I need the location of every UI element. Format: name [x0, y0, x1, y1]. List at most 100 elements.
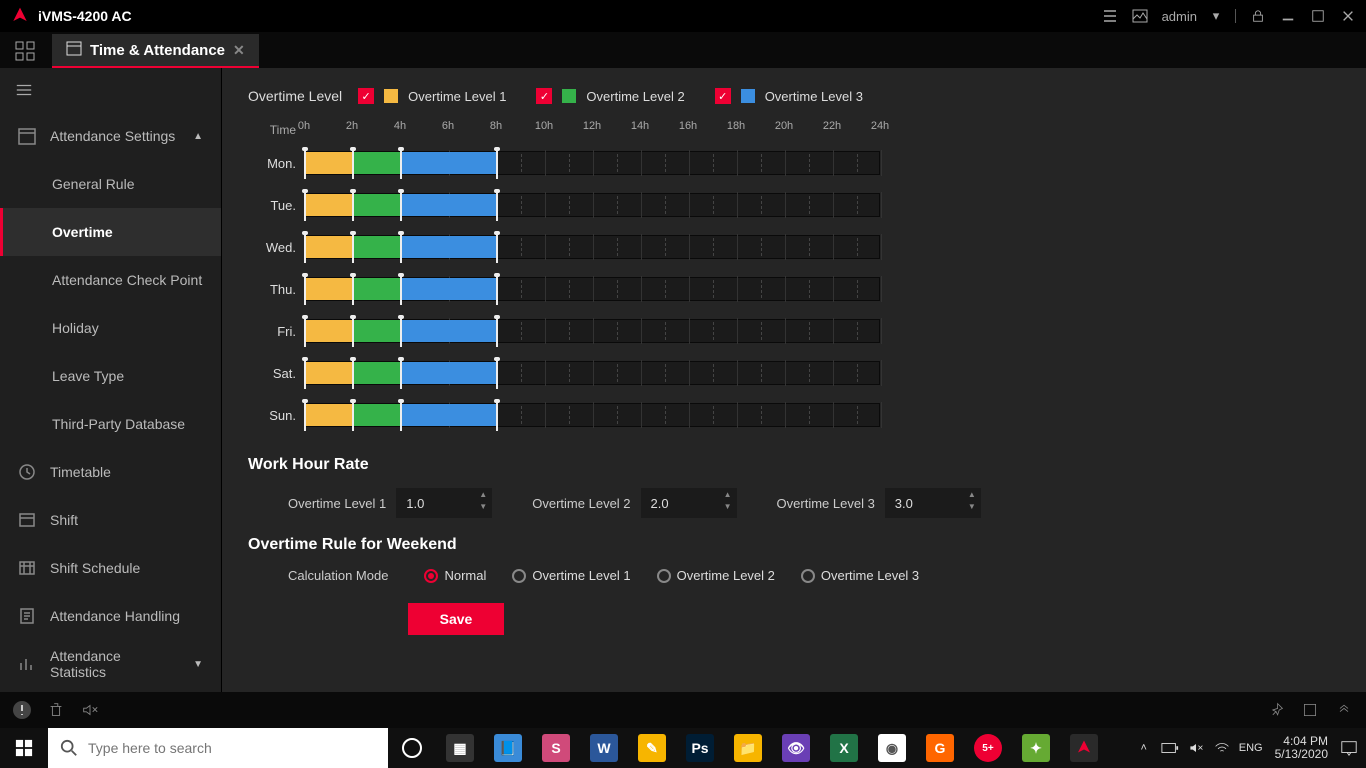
segment-level3[interactable]: [401, 404, 497, 426]
drag-handle[interactable]: [398, 359, 404, 389]
sidebar-item-third-party-database[interactable]: Third-Party Database: [0, 400, 221, 448]
drag-handle[interactable]: [302, 359, 308, 389]
app-chrome[interactable]: ◉: [868, 728, 916, 768]
rate-l2-input[interactable]: 2.0▲▼: [641, 488, 737, 518]
drag-handle[interactable]: [350, 275, 356, 305]
day-bar[interactable]: [304, 277, 880, 301]
day-bar[interactable]: [304, 403, 880, 427]
day-bar[interactable]: [304, 151, 880, 175]
sidebar-item-leave-type[interactable]: Leave Type: [0, 352, 221, 400]
drag-handle[interactable]: [398, 317, 404, 347]
drag-handle[interactable]: [494, 191, 500, 221]
app-calculator[interactable]: ▦: [436, 728, 484, 768]
segment-level1[interactable]: [305, 404, 353, 426]
segment-level3[interactable]: [401, 236, 497, 258]
app-orange[interactable]: G: [916, 728, 964, 768]
volume-mute-icon[interactable]: [80, 700, 100, 720]
drag-handle[interactable]: [302, 233, 308, 263]
sidebar-item-attendance-check-point[interactable]: Attendance Check Point: [0, 256, 221, 304]
drag-handle[interactable]: [350, 317, 356, 347]
segment-level3[interactable]: [401, 362, 497, 384]
tray-lang[interactable]: ENG: [1239, 742, 1263, 754]
radio-normal[interactable]: Normal: [424, 568, 486, 583]
close-icon[interactable]: [1340, 8, 1356, 24]
drag-handle[interactable]: [398, 233, 404, 263]
segment-level1[interactable]: [305, 278, 353, 300]
segment-level1[interactable]: [305, 194, 353, 216]
lock-icon[interactable]: [1250, 8, 1266, 24]
trash-icon[interactable]: [46, 700, 66, 720]
minimize-icon[interactable]: [1280, 8, 1296, 24]
spin-down-icon[interactable]: ▼: [478, 502, 488, 512]
segment-level1[interactable]: [305, 236, 353, 258]
cortana-icon[interactable]: [388, 728, 436, 768]
drag-handle[interactable]: [350, 233, 356, 263]
tab-close-icon[interactable]: ✕: [233, 42, 245, 59]
day-bar[interactable]: [304, 193, 880, 217]
checkbox-level2[interactable]: ✓: [536, 88, 552, 104]
tray-clock[interactable]: 4:04 PM 5/13/2020: [1275, 735, 1328, 761]
spin-up-icon[interactable]: ▲: [967, 490, 977, 500]
drag-handle[interactable]: [398, 149, 404, 179]
sidebar-item-attendance-statistics[interactable]: Attendance Statistics▼: [0, 640, 221, 688]
picture-icon[interactable]: [1132, 8, 1148, 24]
segment-level1[interactable]: [305, 362, 353, 384]
chevron-down-icon[interactable]: ▾: [1211, 8, 1221, 24]
drag-handle[interactable]: [494, 233, 500, 263]
menu-toggle-icon[interactable]: [0, 68, 48, 112]
segment-level2[interactable]: [353, 362, 401, 384]
sidebar-item-timetable[interactable]: Timetable: [0, 448, 221, 496]
rate-l3-input[interactable]: 3.0▲▼: [885, 488, 981, 518]
app-excel[interactable]: X: [820, 728, 868, 768]
radio-overtime-level-2[interactable]: Overtime Level 2: [657, 568, 775, 583]
checkbox-level3[interactable]: ✓: [715, 88, 731, 104]
notifications-icon[interactable]: [1340, 739, 1358, 757]
start-button[interactable]: [0, 728, 48, 768]
drag-handle[interactable]: [398, 401, 404, 431]
drag-handle[interactable]: [350, 359, 356, 389]
checkbox-level1[interactable]: ✓: [358, 88, 374, 104]
segment-level3[interactable]: [401, 278, 497, 300]
drag-handle[interactable]: [350, 401, 356, 431]
expand-up-icon[interactable]: [1334, 700, 1354, 720]
app-chat[interactable]: 5+: [964, 728, 1012, 768]
segment-level1[interactable]: [305, 320, 353, 342]
sidebar-item-shift[interactable]: Shift: [0, 496, 221, 544]
segment-level2[interactable]: [353, 194, 401, 216]
app-notepad[interactable]: 📘: [484, 728, 532, 768]
day-bar[interactable]: [304, 319, 880, 343]
radio-overtime-level-1[interactable]: Overtime Level 1: [512, 568, 630, 583]
drag-handle[interactable]: [398, 275, 404, 305]
battery-icon[interactable]: [1161, 739, 1179, 757]
app-word[interactable]: W: [580, 728, 628, 768]
sidebar-item-general-rule[interactable]: General Rule: [0, 160, 221, 208]
segment-level1[interactable]: [305, 152, 353, 174]
sidebar-item-overtime[interactable]: Overtime: [0, 208, 221, 256]
segment-level3[interactable]: [401, 194, 497, 216]
app-explorer[interactable]: 📁: [724, 728, 772, 768]
day-bar[interactable]: [304, 361, 880, 385]
drag-handle[interactable]: [494, 317, 500, 347]
pin-icon[interactable]: [1266, 700, 1286, 720]
user-label[interactable]: admin: [1162, 9, 1197, 24]
drag-handle[interactable]: [302, 401, 308, 431]
radio-overtime-level-3[interactable]: Overtime Level 3: [801, 568, 919, 583]
drag-handle[interactable]: [494, 275, 500, 305]
app-photoshop[interactable]: Ps: [676, 728, 724, 768]
search-input[interactable]: [88, 740, 376, 756]
segment-level2[interactable]: [353, 152, 401, 174]
drag-handle[interactable]: [494, 401, 500, 431]
sidebar-item-holiday[interactable]: Holiday: [0, 304, 221, 352]
spin-up-icon[interactable]: ▲: [478, 490, 488, 500]
spin-down-icon[interactable]: ▼: [723, 502, 733, 512]
save-button[interactable]: Save: [408, 603, 504, 635]
segment-level2[interactable]: [353, 236, 401, 258]
segment-level2[interactable]: [353, 278, 401, 300]
drag-handle[interactable]: [494, 149, 500, 179]
day-bar[interactable]: [304, 235, 880, 259]
drag-handle[interactable]: [302, 317, 308, 347]
app-skype[interactable]: S: [532, 728, 580, 768]
sidebar-item-attendance-handling[interactable]: Attendance Handling: [0, 592, 221, 640]
app-viewer[interactable]: 👁: [772, 728, 820, 768]
drag-handle[interactable]: [302, 275, 308, 305]
